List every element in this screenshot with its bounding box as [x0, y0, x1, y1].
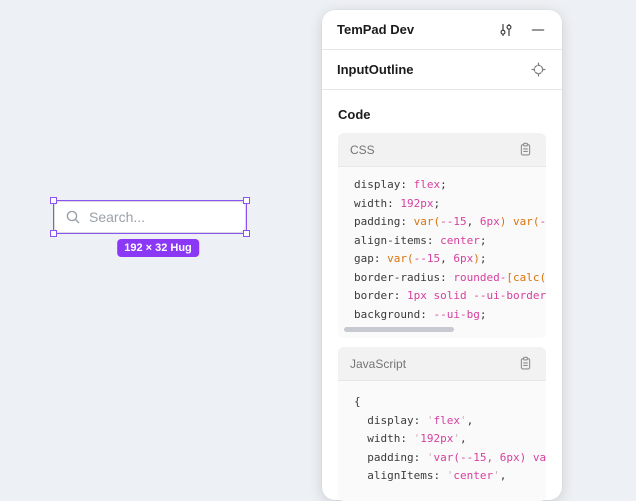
code-line: background: --ui-bg; — [354, 306, 546, 325]
css-code-block: CSS display: flex;width: 192px;padding: … — [338, 133, 546, 338]
code-line: padding: 'var(--15, 6px) var(--15 — [354, 449, 546, 468]
size-badge: 192 × 32 Hug — [117, 239, 199, 257]
code-line: display: 'flex', — [354, 412, 546, 431]
panel-header: TemPad Dev — [322, 10, 562, 50]
search-input[interactable]: Search... — [54, 201, 246, 233]
panel-title: TemPad Dev — [337, 22, 483, 37]
code-line: width: 192px; — [354, 195, 546, 214]
search-icon — [65, 209, 81, 225]
javascript-code-block: JavaScript { display: 'flex', width: '19… — [338, 347, 546, 501]
code-section-heading: Code — [338, 107, 546, 122]
css-block-header: CSS — [338, 133, 546, 167]
horizontal-scrollbar[interactable] — [344, 327, 454, 332]
css-block-label: CSS — [350, 143, 516, 157]
javascript-code: { display: 'flex', width: '192px', paddi… — [338, 381, 546, 501]
target-icon[interactable] — [529, 61, 547, 79]
code-line: alignItems: 'center', — [354, 467, 546, 486]
code-line: display: flex; — [354, 176, 546, 195]
code-line: gap: var(--15, 6px); — [354, 250, 546, 269]
javascript-block-header: JavaScript — [338, 347, 546, 381]
code-line: border-radius: rounded-[calc(var( — [354, 269, 546, 288]
code-line: border: 1px solid --ui-border-default — [354, 287, 546, 306]
code-line: align-items: center; — [354, 232, 546, 251]
search-placeholder: Search... — [89, 209, 145, 225]
css-code: display: flex;width: 192px;padding: var(… — [338, 167, 546, 338]
component-row: InputOutline — [322, 50, 562, 90]
minimize-icon[interactable] — [529, 21, 547, 39]
copy-icon[interactable] — [516, 355, 534, 373]
figma-canvas: { "colors": { "accent_purple": "#8a38f5"… — [0, 0, 636, 472]
code-line: { — [354, 393, 546, 412]
code-line: width: '192px', — [354, 430, 546, 449]
copy-icon[interactable] — [516, 141, 534, 159]
sliders-icon[interactable] — [497, 21, 515, 39]
tempad-dev-panel: TemPad Dev InputOutline — [322, 10, 562, 500]
javascript-block-label: JavaScript — [350, 357, 516, 371]
code-section: Code CSS display: flex;width: 192px;padd… — [322, 107, 562, 501]
code-line: padding: var(--15, 6px) var(--15 — [354, 213, 546, 232]
component-name: InputOutline — [337, 62, 529, 77]
